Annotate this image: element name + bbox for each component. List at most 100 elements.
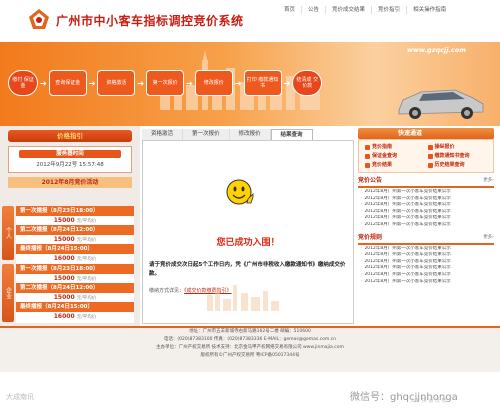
result-panel: 您已成功入围！ 请于竞价成交次日起5个工作日内，凭《广州市非税收入缴款通知书》缴… [142, 140, 354, 324]
step-query-deposit[interactable]: 查询保证金 [48, 70, 87, 96]
price-value: 15000 [53, 217, 75, 224]
car-image [398, 89, 484, 119]
step-print-notice[interactable]: 打印 缴款通知书 [243, 70, 282, 96]
list-item[interactable]: 2012年8月广州第一次小客车竞价结果公示 [361, 272, 491, 279]
bullet-icon [427, 144, 433, 150]
list-item[interactable]: 2012年8月广州第一次小客车竞价结果公示 [361, 252, 491, 259]
rules-list: 2012年8月广州第一次小客车竞价结果公示 2012年8月广州第一次小客车竞价结… [358, 245, 494, 287]
nav-home[interactable]: 首页 [278, 6, 301, 14]
footer-address: 地址：广州市五羊新城寺右新马路162号二楼 邮编：510600 [189, 329, 311, 334]
quicklink-label: 操纵报价 [434, 144, 455, 150]
logo-icon [29, 9, 49, 29]
success-message: 您已成功入围！ [216, 238, 280, 248]
server-time-box: 服务器时间 2012年9月22号 15:57:48 [8, 146, 132, 173]
list-item[interactable]: 2012年8月广州第一次小客车竞价结果公示 [361, 215, 491, 222]
top-nav: 首页 公告 竞价成交结果 竞价指引 相关操作指南 [278, 6, 452, 14]
session-title: 第一次播报（8月23日18:00） [16, 264, 134, 274]
session-title: 第二次播报（8月24日12:00） [16, 225, 134, 235]
nav-announcement[interactable]: 公告 [301, 6, 325, 14]
list-item[interactable]: 2012年8月广州第一次小客车竞价结果公示 [361, 246, 491, 253]
announcement-more-link[interactable]: 更多› [483, 176, 494, 186]
bullet-icon [365, 153, 370, 159]
list-item[interactable]: 2012年8月广州第一次小客车竞价结果公示 [361, 202, 491, 209]
tab-activate[interactable]: 资格激活 [142, 129, 184, 140]
price-unit: 元/平均价 [76, 219, 97, 224]
list-item[interactable]: 2012年8月广州第一次小客车竞价结果公示 [361, 259, 491, 266]
tab-bar: 资格激活 第一次报价 修改报价 结果查询 [142, 129, 354, 140]
center-panel: 资格激活 第一次报价 修改报价 结果查询 您已成功入围！ 请于竞价成交次日起5个… [142, 129, 354, 324]
rules-more-link[interactable]: 更多› [483, 233, 494, 243]
nav-operation-guide[interactable]: 相关操作指南 [406, 6, 452, 14]
session-title: 第一次播报（8月23日18:00） [16, 206, 134, 216]
quicklink-result[interactable]: 竞价结果 [365, 161, 425, 169]
arrow-icon: ➔ [234, 78, 242, 88]
session-item: 最终播报（8月24日15:00） 16000 元/平均价 [16, 302, 134, 323]
process-steps: 缴付 保证金 ➔ 查询保证金 ➔ 资格激活 ➔ 第一次报价 ➔ 修改报价 ➔ 打… [8, 70, 323, 96]
session-price: 16000 元/平均价 [16, 312, 134, 323]
quicklink-guide[interactable]: 竞价指南 [365, 143, 425, 151]
nav-results[interactable]: 竞价成交结果 [325, 6, 371, 14]
quicklink-bid[interactable]: 操纵报价 [427, 143, 488, 151]
tab-company[interactable]: 企业 [2, 264, 14, 322]
banner: www.gzqcjj.com 缴付 保证金 ➔ 查询保证金 ➔ 资格激活 ➔ 第… [0, 42, 500, 126]
quicklink-label: 缴款通知书查询 [434, 153, 470, 159]
quicklink-deposit-query[interactable]: 保证金查询 [365, 152, 425, 160]
footer: 地址：广州市五羊新城寺右新马路162号二楼 邮编：510600 电话：(020)… [0, 326, 500, 372]
arrow-icon: ➔ [88, 78, 96, 88]
step-first-bid[interactable]: 第一次报价 [146, 70, 185, 96]
skyline-decoration [207, 285, 279, 311]
bullet-icon [365, 162, 370, 168]
session-title: 最终播报（8月24日15:00） [16, 302, 134, 312]
site-title: 广州市中小客车指标调控竞价系统 [56, 14, 244, 28]
quicklink-label: 竞价结果 [372, 162, 393, 168]
site-url: www.gzqcjj.com [406, 46, 466, 54]
quicklink-history[interactable]: 历史结果查询 [427, 161, 488, 169]
price-value: 15000 [53, 275, 75, 282]
footer-contact: 电话：(020)87383100 传真：(020)87383336 E-MAIL… [163, 337, 337, 342]
list-item[interactable]: 2012年8月广州第一次小客车竞价结果公示 [361, 209, 491, 216]
right-column: 快速通道 竞价指南 操纵报价 保证金查询 缴款通知书查询 竞价结果 历史结果查询… [358, 128, 494, 326]
session-item: 最终播报（8月24日15:00） 16000 元/平均价 [16, 244, 134, 265]
price-unit: 元/平均价 [76, 257, 97, 262]
list-item[interactable]: 2012年8月广州第一次小客车竞价结果公示 [361, 222, 491, 229]
arrow-icon: ➔ [137, 78, 145, 88]
list-item[interactable]: 2012年8月广州第一次小客车竞价结果公示 [361, 279, 491, 286]
list-item[interactable]: 2012年8月广州第一次小客车竞价结果公示 [361, 196, 491, 203]
left-column: 价格指引 服务器时间 2012年9月22号 15:57:48 2012年8月竞价… [0, 126, 140, 326]
session-title: 最终播报（8月24日15:00） [16, 244, 134, 254]
activity-title: 2012年8月竞价活动 [8, 177, 132, 188]
rules-header: 竞价规则 更多› [358, 233, 494, 245]
step-modify-bid[interactable]: 修改报价 [194, 70, 233, 96]
quicklink-label: 竞价指南 [372, 144, 393, 150]
quick-links: 竞价指南 操纵报价 保证金查询 缴款通知书查询 竞价结果 历史结果查询 [358, 139, 494, 173]
bottom-strip: 大成南讯 微信号：ghqcjjnhonga 大单 拼 通 讯 有 [0, 372, 500, 409]
session-item: 第一次播报（8月23日18:00） 15000 元/平均价 [16, 206, 134, 227]
tab-modify-bid[interactable]: 修改报价 [229, 129, 271, 140]
payment-method-prefix: 缴纳方式详见： [149, 288, 185, 294]
list-item[interactable]: 2012年8月广州第一次小客车竞价结果公示 [361, 265, 491, 272]
price-unit: 元/平均价 [76, 238, 97, 243]
payment-notice: 请于竞价成交次日起5个工作日内，凭《广州市非税收入缴款通知书》缴纳成交价款。 [149, 262, 346, 277]
price-unit: 元/平均价 [76, 315, 97, 320]
announcement-title: 竞价公告 [358, 177, 383, 184]
tab-first-bid[interactable]: 第一次报价 [183, 129, 230, 140]
list-item[interactable]: 2012年8月广州第一次小客车竞价结果公示 [361, 189, 491, 196]
bullet-icon [427, 153, 433, 159]
step-settle[interactable]: 结清成 交价款 [292, 70, 323, 96]
footer-copyright: 版权所有©广州产权交易所 粤ICP备05017344号 [200, 353, 300, 358]
tab-personal[interactable]: 个人 [2, 206, 14, 260]
quick-access-title: 快速通道 [358, 128, 494, 139]
server-time-value: 2012年9月22号 15:57:48 [36, 162, 104, 168]
smiley-thumbs-icon [226, 179, 254, 205]
price-value: 16000 [53, 255, 75, 262]
nav-guide[interactable]: 竞价指引 [371, 6, 406, 14]
session-item: 第二次播报（8月24日12:00） 15000 元/平均价 [16, 283, 134, 304]
step-pay-deposit[interactable]: 缴付 保证金 [8, 70, 38, 96]
quicklink-notice-query[interactable]: 缴款通知书查询 [427, 152, 488, 160]
price-unit: 元/平均价 [76, 296, 97, 301]
price-value: 15000 [53, 236, 75, 243]
price-value: 16000 [53, 313, 75, 320]
step-activate[interactable]: 资格激活 [97, 70, 136, 96]
bullet-icon [365, 144, 370, 150]
tab-result-query[interactable]: 结果查询 [270, 129, 313, 140]
